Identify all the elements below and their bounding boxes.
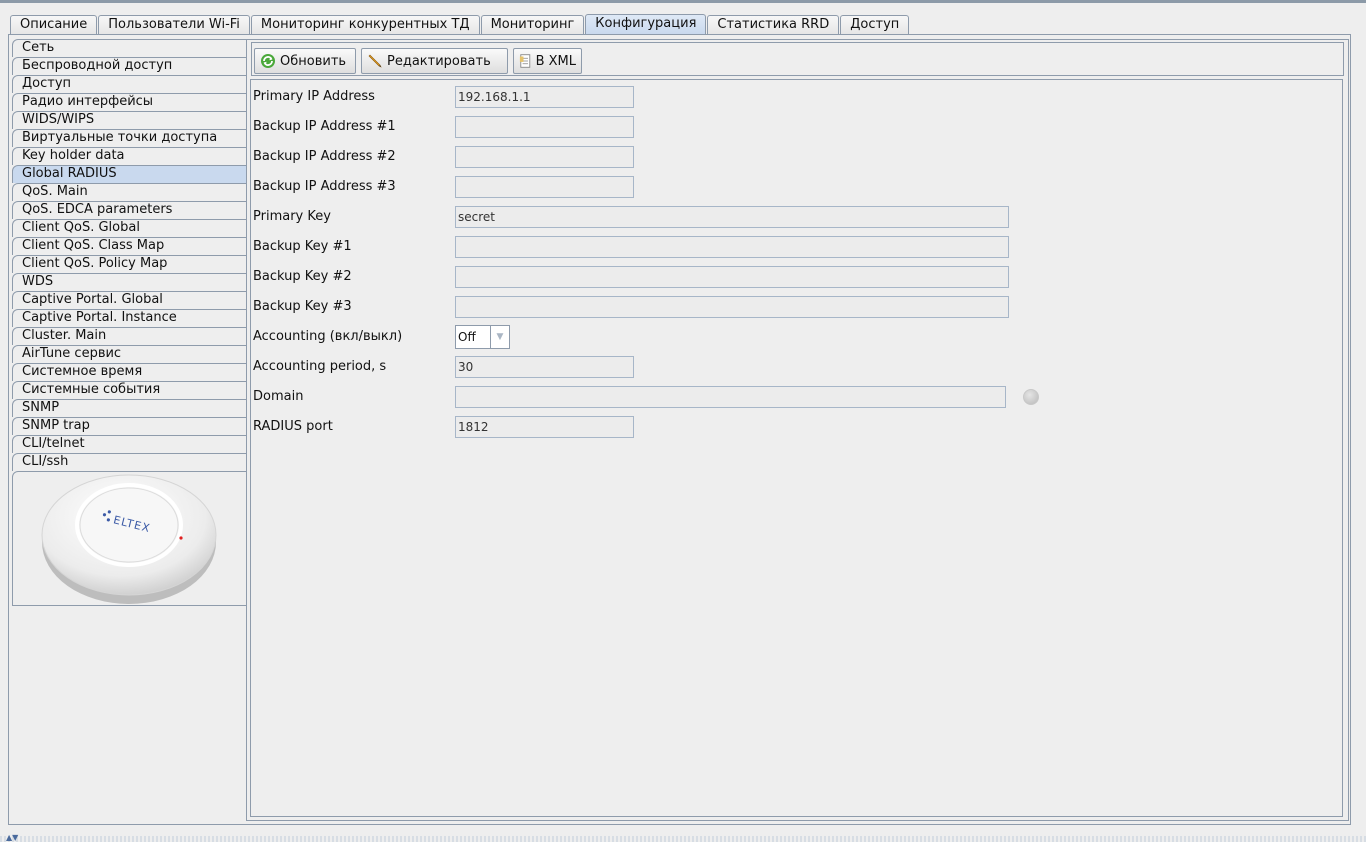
sidebar-item-access[interactable]: Доступ: [12, 75, 248, 93]
sidebar-item-qos-main[interactable]: QoS. Main: [12, 183, 248, 201]
backup-key-1-label: Backup Key #1: [253, 239, 352, 254]
primary-key-input[interactable]: secret: [455, 206, 1009, 228]
sidebar-item-client-qos-global[interactable]: Client QoS. Global: [12, 219, 248, 237]
pencil-icon: [368, 54, 382, 68]
sidebar-item-qos-edca[interactable]: QoS. EDCA parameters: [12, 201, 248, 219]
backup-key-1-input[interactable]: [455, 236, 1009, 258]
sidebar-item-snmp[interactable]: SNMP: [12, 399, 248, 417]
backup-ip-3-label: Backup IP Address #3: [253, 179, 396, 194]
radius-port-input[interactable]: 1812: [455, 416, 634, 438]
sidebar-item-radio-interfaces[interactable]: Радио интерфейсы: [12, 93, 248, 111]
sidebar-item-network[interactable]: Сеть: [12, 39, 248, 57]
edit-button[interactable]: Редактировать: [361, 48, 508, 74]
tab-configuration[interactable]: Конфигурация: [585, 14, 707, 34]
backup-ip-1-input[interactable]: [455, 116, 634, 138]
domain-label: Domain: [253, 389, 304, 404]
config-sidebar: Сеть Беспроводной доступ Доступ Радио ин…: [12, 39, 248, 606]
backup-ip-2-label: Backup IP Address #2: [253, 149, 396, 164]
accounting-label: Accounting (вкл/выкл): [253, 329, 403, 344]
main-tabbar: Описание Пользователи Wi-Fi Мониторинг к…: [10, 14, 910, 34]
backup-ip-3-input[interactable]: [455, 176, 634, 198]
chevron-down-icon[interactable]: ▼: [491, 326, 509, 348]
sidebar-item-wireless-access[interactable]: Беспроводной доступ: [12, 57, 248, 75]
split-arrows-icon[interactable]: ▲▼: [6, 833, 18, 842]
refresh-button-label: Обновить: [280, 53, 347, 69]
access-point-device-image: ELTEX: [41, 474, 217, 604]
window-bottom-border: [0, 836, 1366, 842]
primary-key-label: Primary Key: [253, 209, 331, 224]
backup-key-2-input[interactable]: [455, 266, 1009, 288]
backup-key-3-label: Backup Key #3: [253, 299, 352, 314]
sidebar-item-captive-portal-instance[interactable]: Captive Portal. Instance: [12, 309, 248, 327]
backup-ip-2-input[interactable]: [455, 146, 634, 168]
sidebar-item-system-events[interactable]: Системные события: [12, 381, 248, 399]
sidebar-item-virtual-aps[interactable]: Виртуальные точки доступа: [12, 129, 248, 147]
accounting-select[interactable]: Off ▼: [455, 325, 510, 349]
accounting-period-input[interactable]: 30: [455, 356, 634, 378]
device-image-panel: ELTEX: [12, 471, 248, 606]
backup-key-2-label: Backup Key #2: [253, 269, 352, 284]
backup-key-3-input[interactable]: [455, 296, 1009, 318]
window-top-border: [0, 0, 1366, 3]
sidebar-item-client-qos-policy-map[interactable]: Client QoS. Policy Map: [12, 255, 248, 273]
radius-port-label: RADIUS port: [253, 419, 333, 434]
sidebar-item-snmp-trap[interactable]: SNMP trap: [12, 417, 248, 435]
sidebar-item-wids-wips[interactable]: WIDS/WIPS: [12, 111, 248, 129]
refresh-button[interactable]: Обновить: [254, 48, 356, 74]
domain-input[interactable]: [455, 386, 1006, 408]
sidebar-item-captive-portal-global[interactable]: Captive Portal. Global: [12, 291, 248, 309]
accounting-period-label: Accounting period, s: [253, 359, 387, 374]
tab-competitor-ap-monitoring[interactable]: Мониторинг конкурентных ТД: [250, 15, 480, 34]
primary-ip-label: Primary IP Address: [253, 89, 375, 104]
tab-access[interactable]: Доступ: [840, 15, 910, 34]
to-xml-button-label: В XML: [535, 53, 576, 69]
sidebar-item-cli-telnet[interactable]: CLI/telnet: [12, 435, 248, 453]
sidebar-item-wds[interactable]: WDS: [12, 273, 248, 291]
accounting-select-value: Off: [456, 326, 491, 348]
sidebar-item-airtune[interactable]: AirTune сервис: [12, 345, 248, 363]
edit-button-label: Редактировать: [387, 53, 491, 69]
radius-form-panel: [250, 79, 1343, 817]
sidebar-item-global-radius[interactable]: Global RADIUS: [12, 165, 248, 183]
refresh-icon: [261, 54, 275, 68]
tab-wifi-users[interactable]: Пользователи Wi-Fi: [98, 15, 250, 34]
document-icon: [519, 54, 531, 68]
sidebar-item-system-time[interactable]: Системное время: [12, 363, 248, 381]
tab-rrd-statistics[interactable]: Статистика RRD: [707, 15, 840, 34]
config-content: Обновить Редактировать В XML: [246, 39, 1349, 821]
clear-icon[interactable]: [1023, 389, 1039, 405]
tab-monitoring[interactable]: Мониторинг: [480, 15, 585, 34]
toolbar: Обновить Редактировать В XML: [251, 42, 1344, 76]
sidebar-item-client-qos-class-map[interactable]: Client QoS. Class Map: [12, 237, 248, 255]
sidebar-item-cluster-main[interactable]: Cluster. Main: [12, 327, 248, 345]
primary-ip-input[interactable]: 192.168.1.1: [455, 86, 634, 108]
tab-description[interactable]: Описание: [10, 15, 98, 34]
sidebar-item-key-holder-data[interactable]: Key holder data: [12, 147, 248, 165]
sidebar-item-cli-ssh[interactable]: CLI/ssh: [12, 453, 248, 471]
backup-ip-1-label: Backup IP Address #1: [253, 119, 396, 134]
to-xml-button[interactable]: В XML: [513, 48, 582, 74]
